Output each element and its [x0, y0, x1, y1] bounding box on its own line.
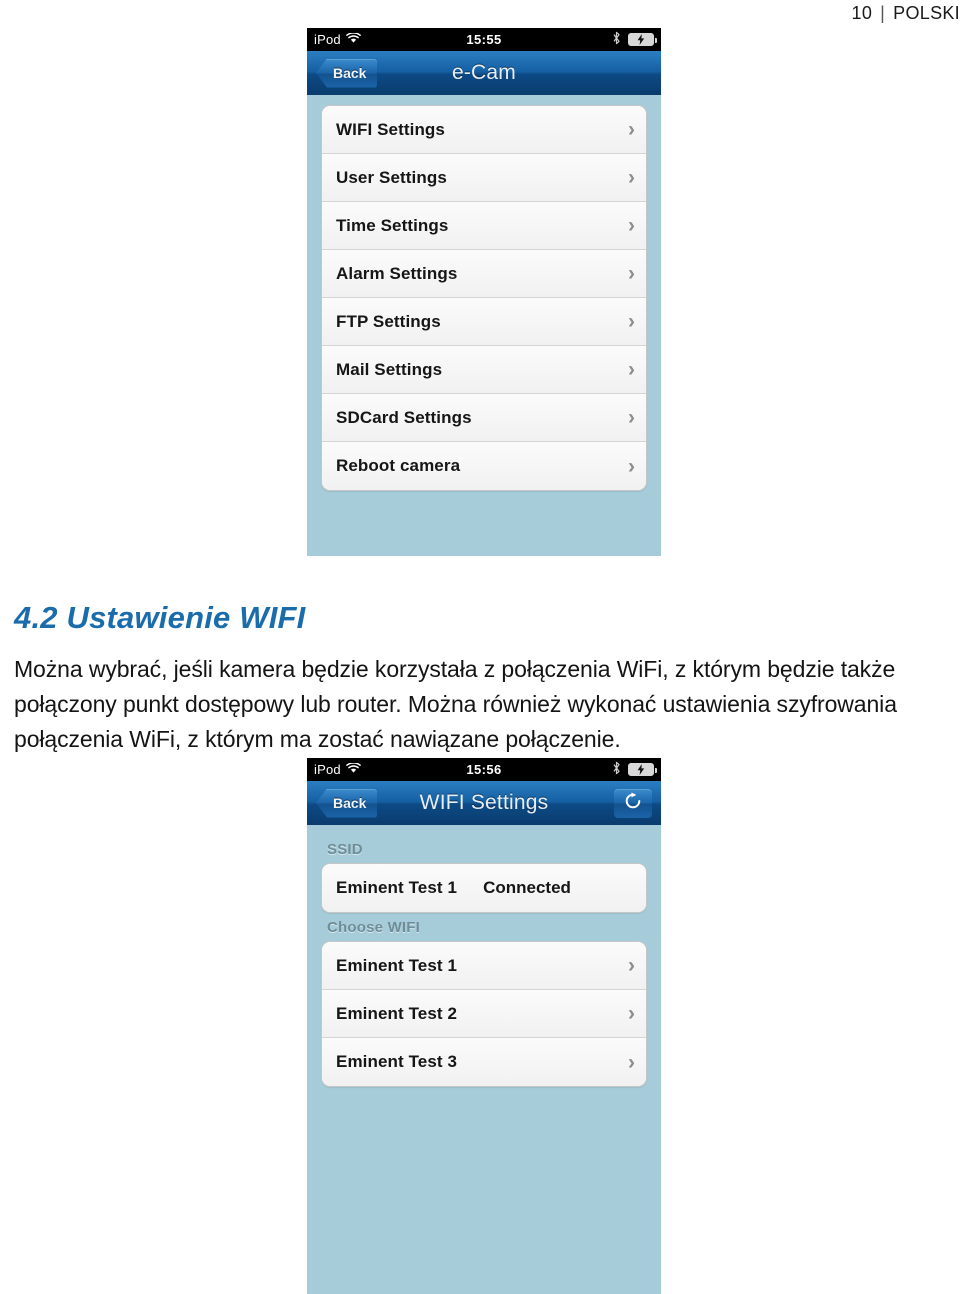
status-bar-right [612, 761, 657, 778]
ssid-card: Eminent Test 1 Connected [321, 863, 647, 913]
wifi-network-label: Eminent Test 1 [336, 955, 458, 975]
page-header: 10 | POLSKI [0, 0, 960, 26]
wifi-network-row[interactable]: Eminent Test 3 › [322, 1038, 646, 1086]
chevron-right-icon: › [628, 406, 635, 429]
battery-charging-icon [628, 33, 657, 46]
battery-charging-icon [628, 763, 657, 776]
menu-item-ftp-settings[interactable]: FTP Settings › [322, 298, 646, 346]
menu-item-label: WIFI Settings [336, 119, 445, 139]
section-heading: 4.2 Ustawienie WIFI [14, 600, 306, 635]
chevron-right-icon: › [628, 166, 635, 189]
chevron-right-icon: › [628, 454, 635, 478]
back-button[interactable]: Back [316, 58, 378, 88]
screenshot-wifi-settings: iPod 15:56 Back WIFI Settings SSID Emine… [307, 758, 661, 1294]
chevron-right-icon: › [628, 358, 635, 381]
settings-menu-card: WIFI Settings › User Settings › Time Set… [321, 105, 647, 491]
ssid-status: Connected [483, 878, 571, 897]
wifi-content: SSID Eminent Test 1 Connected Choose WIF… [307, 825, 661, 1087]
menu-item-label: Reboot camera [336, 456, 461, 475]
header-separator: | [880, 2, 886, 23]
menu-item-label: Mail Settings [336, 359, 443, 379]
section-paragraph: Można wybrać, jeśli kamera będzie korzys… [14, 656, 897, 752]
menu-item-wifi-settings[interactable]: WIFI Settings › [322, 106, 646, 154]
choose-wifi-section-header: Choose WIFI [327, 919, 421, 936]
bluetooth-icon [612, 761, 621, 778]
menu-item-label: SDCard Settings [336, 407, 472, 427]
ssid-current-row[interactable]: Eminent Test 1 Connected [322, 864, 646, 912]
refresh-button[interactable] [614, 788, 652, 818]
chevron-right-icon: › [628, 262, 635, 285]
bluetooth-icon [612, 31, 621, 48]
menu-item-label: User Settings [336, 167, 447, 187]
status-bar-right [612, 31, 657, 48]
choose-wifi-card: Eminent Test 1 › Eminent Test 2 › Eminen… [321, 941, 647, 1087]
back-button-label: Back [333, 65, 367, 81]
chevron-right-icon: › [628, 1002, 635, 1025]
chevron-right-icon: › [628, 310, 635, 333]
status-bar-time: 15:56 [466, 762, 502, 777]
page-number: 10 [851, 2, 873, 23]
menu-content: WIFI Settings › User Settings › Time Set… [307, 95, 661, 491]
back-button[interactable]: Back [316, 788, 378, 818]
menu-item-mail-settings[interactable]: Mail Settings › [322, 346, 646, 394]
nav-bar: Back e-Cam [307, 51, 661, 95]
chevron-right-icon: › [628, 118, 635, 141]
refresh-icon [623, 791, 643, 816]
menu-item-user-settings[interactable]: User Settings › [322, 154, 646, 202]
menu-item-label: Time Settings [336, 215, 449, 235]
chevron-right-icon: › [628, 214, 635, 237]
status-bar: iPod 15:55 [307, 28, 661, 51]
wifi-network-row[interactable]: Eminent Test 2 › [322, 990, 646, 1038]
menu-item-time-settings[interactable]: Time Settings › [322, 202, 646, 250]
header-language: POLSKI [893, 2, 960, 23]
screenshot-ecam-menu: iPod 15:55 Back e-Cam WIFI Settings › Us… [307, 28, 661, 556]
menu-item-sdcard-settings[interactable]: SDCard Settings › [322, 394, 646, 442]
ssid-network-name: Eminent Test 1 [336, 878, 458, 897]
back-button-label: Back [333, 795, 367, 811]
status-bar-time: 15:55 [466, 32, 502, 47]
menu-item-reboot-camera[interactable]: Reboot camera › [322, 442, 646, 490]
menu-item-label: FTP Settings [336, 311, 441, 331]
menu-item-label: Alarm Settings [336, 263, 458, 283]
nav-bar: Back WIFI Settings [307, 781, 661, 825]
wifi-network-label: Eminent Test 3 [336, 1052, 458, 1071]
menu-item-alarm-settings[interactable]: Alarm Settings › [322, 250, 646, 298]
chevron-right-icon: › [628, 954, 635, 977]
status-bar: iPod 15:56 [307, 758, 661, 781]
chevron-right-icon: › [628, 1050, 635, 1074]
wifi-network-label: Eminent Test 2 [336, 1003, 458, 1023]
wifi-network-row[interactable]: Eminent Test 1 › [322, 942, 646, 990]
ssid-section-header: SSID [327, 841, 363, 858]
